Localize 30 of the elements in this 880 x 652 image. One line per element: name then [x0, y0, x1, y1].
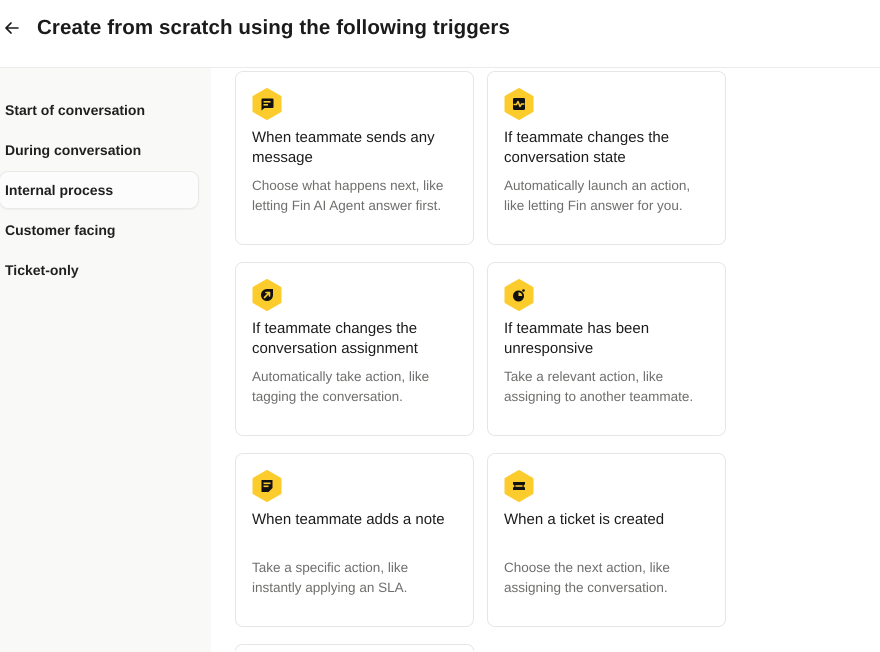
card-description: Choose the next action, like assigning the conversation.	[504, 559, 671, 597]
sidebar-item[interactable]: Ticket-only	[0, 252, 198, 288]
card-title: If teammate has been unresponsive	[504, 319, 650, 359]
card-title: If teammate changes the conversation state	[504, 128, 670, 168]
sidebar-item[interactable]: Customer facing	[0, 212, 198, 248]
trigger-card[interactable]: If teammate has been unresponsive Take a relevant action, like assigning to another teammate.	[487, 262, 726, 436]
timer-icon	[504, 279, 534, 311]
sidebar-item[interactable]: Internal process	[0, 172, 198, 208]
trigger-card[interactable]: If teammate changes the conversation assignment Automatically take action, like tagging the conversation.	[235, 262, 474, 436]
card-title: When teammate sends any message	[252, 128, 436, 168]
card-description: Take a relevant action, like assigning to another teammate.	[504, 368, 694, 406]
card-description: Take a specific action, like instantly applying an SLA.	[252, 559, 410, 597]
trigger-card[interactable]: When a ticket is created Choose the next action, like assigning the conversation.	[487, 453, 726, 627]
card-title: When teammate adds a note	[252, 510, 446, 530]
activity-icon	[504, 88, 534, 120]
card-title: If teammate changes the conversation assignment	[252, 319, 419, 359]
sidebar-item[interactable]: During conversation	[0, 132, 198, 168]
card-description: Automatically launch an action, like letting Fin answer for you.	[504, 177, 692, 215]
note-icon	[252, 470, 282, 502]
back-arrow-icon	[5, 22, 19, 34]
card-title: When a ticket is created	[504, 510, 666, 530]
sidebar-item[interactable]: Start of conversation	[0, 92, 198, 128]
trigger-card[interactable]: If teammate changes the conversation state Automatically launch an action, like letting Fin answer for you.	[487, 71, 726, 245]
card-description: Choose what happens next, like letting Fin AI Agent answer first.	[252, 177, 444, 215]
trigger-card[interactable]: When teammate sends any message Choose what happens next, like letting Fin AI Agent answer first.	[235, 71, 474, 245]
card-description: Automatically take action, like tagging the conversation.	[252, 368, 430, 406]
page-title: Create from scratch using the following triggers	[37, 16, 510, 40]
trigger-card[interactable]: When teammate adds a note Take a specific action, like instantly applying an SLA.	[235, 453, 474, 627]
chat-bubble-icon	[252, 88, 282, 120]
ticket-icon	[504, 470, 534, 502]
